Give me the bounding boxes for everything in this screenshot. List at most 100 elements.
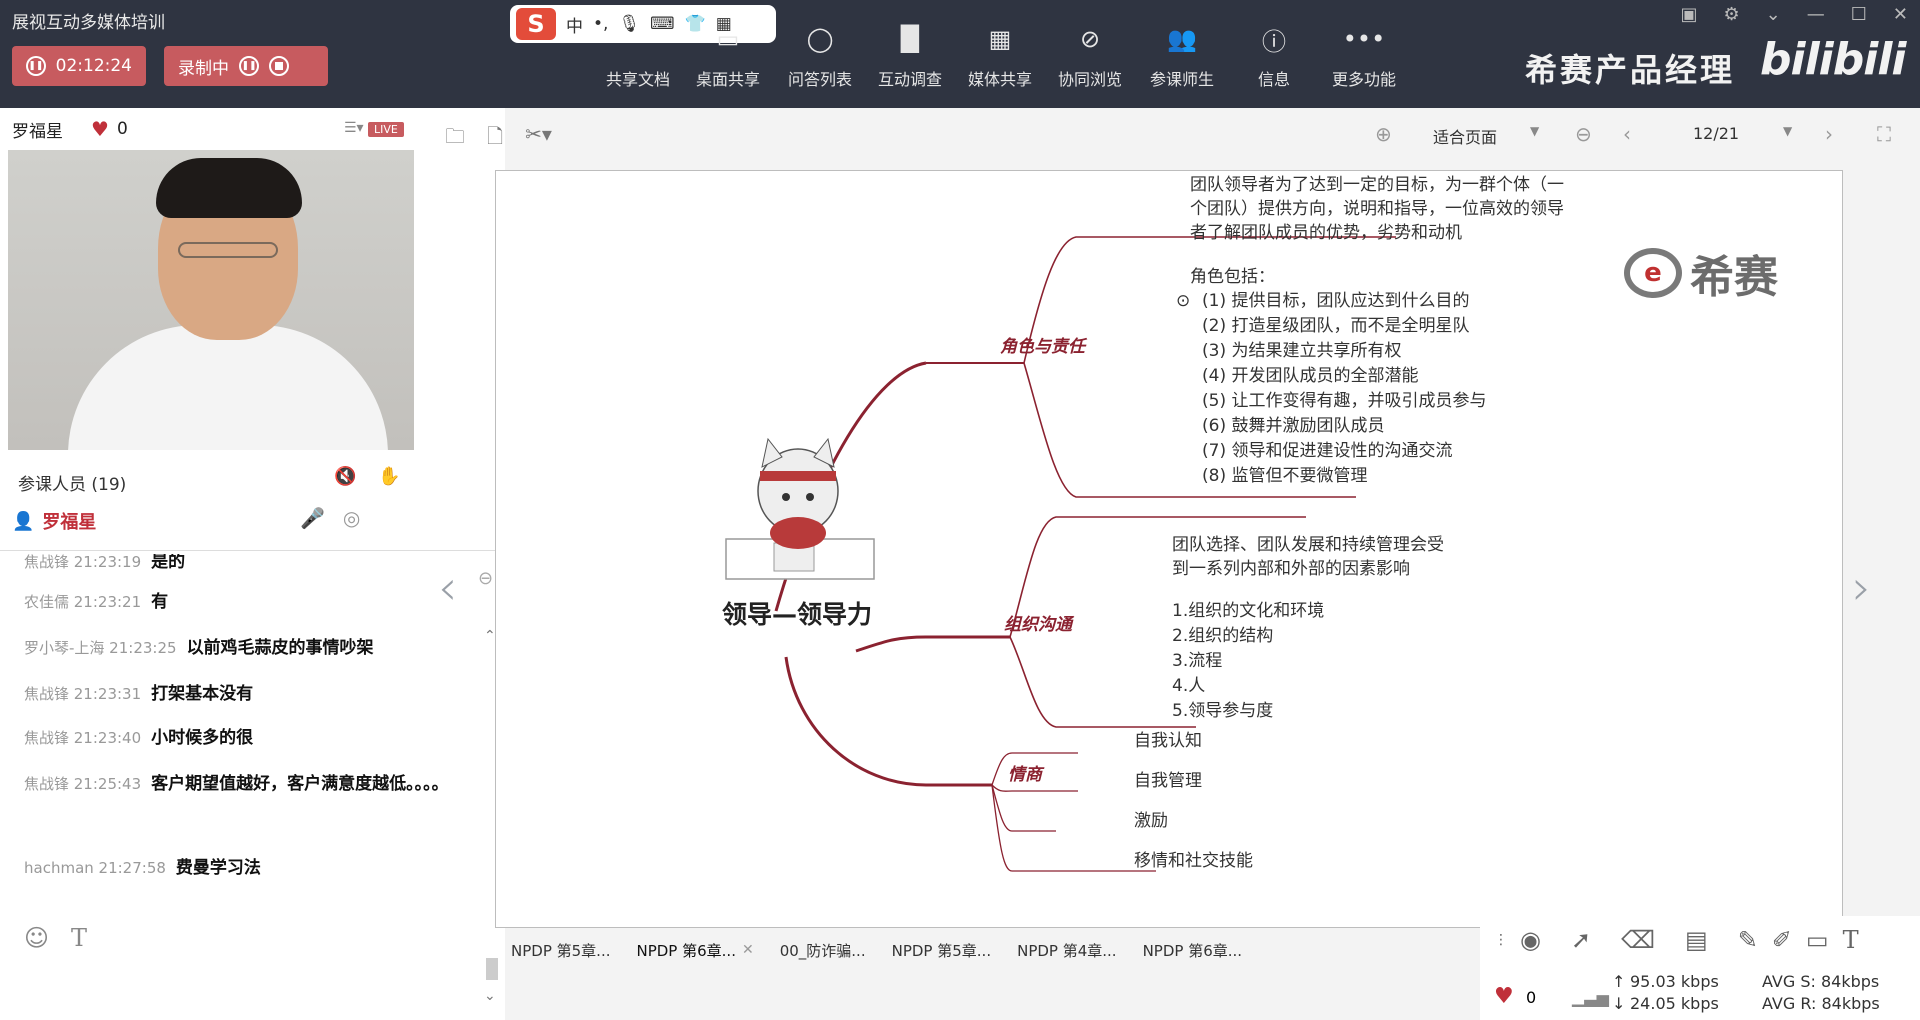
info-icon: ⓘ xyxy=(1262,27,1286,56)
org-item: 2.组织的结构 xyxy=(1172,626,1274,646)
page-select-chevron-icon[interactable]: ▼ xyxy=(1783,124,1792,138)
maximize-icon[interactable]: ☐ xyxy=(1851,4,1867,25)
rectangle-icon[interactable]: ▭ xyxy=(1806,926,1829,954)
doc-tab[interactable]: NPDP 第6章... xyxy=(1143,940,1242,961)
role-item: (1) 提供目标，团队应达到什么目的 xyxy=(1202,291,1470,311)
record-label: 录制中 xyxy=(178,58,229,79)
close-icon[interactable]: ✕ xyxy=(1893,4,1908,25)
toolbar-label: 参课师生 xyxy=(1149,70,1214,89)
collapse-node-icon[interactable]: ⊙ xyxy=(1176,291,1190,311)
eraser-icon[interactable]: ⌫ xyxy=(1621,926,1655,954)
zoom-in-icon[interactable]: ⊕ xyxy=(1375,122,1392,146)
ime-language[interactable]: 中 xyxy=(566,12,583,37)
list-icon[interactable]: ☰▾ xyxy=(344,120,364,136)
minimize-icon[interactable]: — xyxy=(1807,4,1825,25)
live-badge: LIVE xyxy=(368,122,404,137)
document-file-tools: 🗀 🗋 ✂▾ xyxy=(445,122,552,156)
toolbar-label: 桌面共享 xyxy=(695,70,760,89)
settings-icon[interactable]: ⚙ xyxy=(1724,4,1740,25)
doc-tab[interactable]: NPDP 第6章... ✕ xyxy=(636,940,753,961)
brand-text: 希赛产品经理 xyxy=(1525,51,1736,89)
doc-tab[interactable]: NPDP 第4章... xyxy=(1017,940,1116,961)
file-icon[interactable]: 🗋 xyxy=(487,122,503,156)
toolbar-compass-button[interactable]: ⊘ 协同浏览 xyxy=(1048,22,1132,90)
teacher-name: 罗福星 xyxy=(12,121,63,142)
record-stop-icon[interactable] xyxy=(269,56,289,76)
toolbar-desktop-button[interactable]: ▭ 桌面共享 xyxy=(686,22,770,90)
toolbar-document-button[interactable]: 共享文档 xyxy=(596,22,680,90)
role-item: (4) 开发团队成员的全部潜能 xyxy=(1202,366,1419,386)
record-dot-icon[interactable]: ◉ xyxy=(1520,926,1541,954)
record-pause-icon[interactable]: ❚❚ xyxy=(239,56,259,76)
pause-icon: ❚❚ xyxy=(26,56,46,76)
chat-message: 农佳儒 21:23:21 有 xyxy=(24,592,169,612)
collapse-panel-icon[interactable]: ⊖ xyxy=(478,568,493,589)
xisai-logo-text: 希赛 xyxy=(1690,252,1778,303)
prev-slide-icon[interactable]: ‹ xyxy=(438,560,457,616)
chat-message: 焦战锋 21:23:40 小时候多的很 xyxy=(24,728,254,748)
session-timer[interactable]: ❚❚ 02:12:24 xyxy=(12,46,146,86)
toolbar-bar-chart-button[interactable]: ▐▌ 互动调查 xyxy=(868,22,952,90)
status-like-count: 0 xyxy=(1526,988,1537,1007)
text-format-icon[interactable]: T xyxy=(71,924,87,952)
fullscreen-icon[interactable]: ⛶ xyxy=(1877,122,1891,146)
participant-name: 罗福星 xyxy=(42,512,97,533)
tab-menu-icon[interactable]: ⋮ xyxy=(1494,932,1508,948)
collapse-icon[interactable]: ⌄ xyxy=(1766,4,1781,25)
scissors-icon[interactable]: ✂▾ xyxy=(525,122,552,156)
tab-close-icon[interactable]: ✕ xyxy=(742,942,754,958)
org-item: 5.领导参与度 xyxy=(1172,701,1274,721)
highlighter-icon[interactable]: ▤ xyxy=(1685,926,1708,954)
org-item: 4.人 xyxy=(1172,676,1206,696)
layout-icon[interactable]: ▣ xyxy=(1681,4,1698,25)
document-toolbar: 🗀 🗋 ✂▾ ⊕ 适合页面 ▼ ⊖ ‹ 12/21 ▼ › ⛶ xyxy=(445,108,1920,160)
eq-item: 自我认知 xyxy=(1134,731,1202,751)
document-icon xyxy=(596,22,680,56)
text-tool-icon[interactable]: T xyxy=(1843,926,1859,954)
doc-tab[interactable]: NPDP 第5章... xyxy=(892,940,991,961)
pen-icon[interactable]: ✎ xyxy=(1738,926,1758,954)
emoji-icon[interactable]: ☺ xyxy=(24,924,49,952)
download-arrow-icon: ↓ xyxy=(1612,994,1626,1013)
toolbar-film-button[interactable]: ▦ 媒体共享 xyxy=(958,22,1042,90)
toolbar-label: 互动调查 xyxy=(877,70,942,89)
role-heading: 角色包括： xyxy=(1190,267,1275,287)
role-item: (7) 领导和促进建设性的沟通交流 xyxy=(1202,441,1453,461)
toolbar-users-button[interactable]: 👥 参课师生 xyxy=(1140,22,1224,90)
chevron-down-icon[interactable]: ▼ xyxy=(1530,124,1539,138)
toolbar-chat-bubble-button[interactable]: ◯ 问答列表 xyxy=(778,22,862,90)
next-page-icon[interactable]: › xyxy=(1825,122,1833,146)
toolbar-more-button[interactable]: ••• 更多功能 xyxy=(1322,22,1406,90)
heart-icon[interactable]: ♥ xyxy=(91,117,109,141)
doc-tab[interactable]: 00_防诈骗... xyxy=(780,940,866,961)
heart-icon[interactable]: ♥ xyxy=(1494,984,1514,1009)
zoom-out-icon[interactable]: ⊖ xyxy=(1575,122,1592,146)
more-icon: ••• xyxy=(1342,25,1386,53)
next-slide-icon[interactable]: › xyxy=(1852,560,1871,616)
scroll-down-icon[interactable]: ⌄ xyxy=(484,988,496,1004)
org-definition-line: 到一系列内部和外部的因素影响 xyxy=(1172,559,1410,579)
camera-icon[interactable]: ◎ xyxy=(343,506,360,530)
xisai-e-icon: e xyxy=(1624,248,1682,298)
record-control[interactable]: 录制中 ❚❚ xyxy=(164,46,328,86)
role-item: (2) 打造星级团队，而不是全明星队 xyxy=(1202,316,1470,336)
users-icon: 👥 xyxy=(1167,25,1197,53)
mic-icon[interactable]: 🎤 xyxy=(300,506,325,530)
pointer-icon[interactable]: ➚ xyxy=(1571,926,1591,954)
mute-all-icon[interactable]: 🔇 xyxy=(334,466,356,487)
role-item: (3) 为结果建立共享所有权 xyxy=(1202,341,1402,361)
fit-page-select[interactable]: 适合页面 xyxy=(1433,124,1497,148)
participant-self[interactable]: 👤 罗福星 xyxy=(12,508,96,534)
user-icon: 👤 xyxy=(12,510,35,532)
eq-item: 激励 xyxy=(1134,811,1168,831)
doc-tab[interactable]: NPDP 第5章... xyxy=(511,940,610,961)
folder-icon[interactable]: 🗀 xyxy=(445,122,465,156)
prev-page-icon[interactable]: ‹ xyxy=(1623,122,1631,146)
scroll-thumb[interactable] xyxy=(486,958,498,980)
page-indicator[interactable]: 12/21 xyxy=(1693,124,1739,143)
marker-icon[interactable]: ✐ xyxy=(1772,926,1792,954)
toolbar-info-button[interactable]: ⓘ 信息 xyxy=(1232,22,1316,90)
raise-hand-icon[interactable]: ✋ xyxy=(378,466,400,487)
mascot-cat-illustration xyxy=(725,437,875,580)
scroll-up-icon[interactable]: ⌃ xyxy=(484,628,496,644)
